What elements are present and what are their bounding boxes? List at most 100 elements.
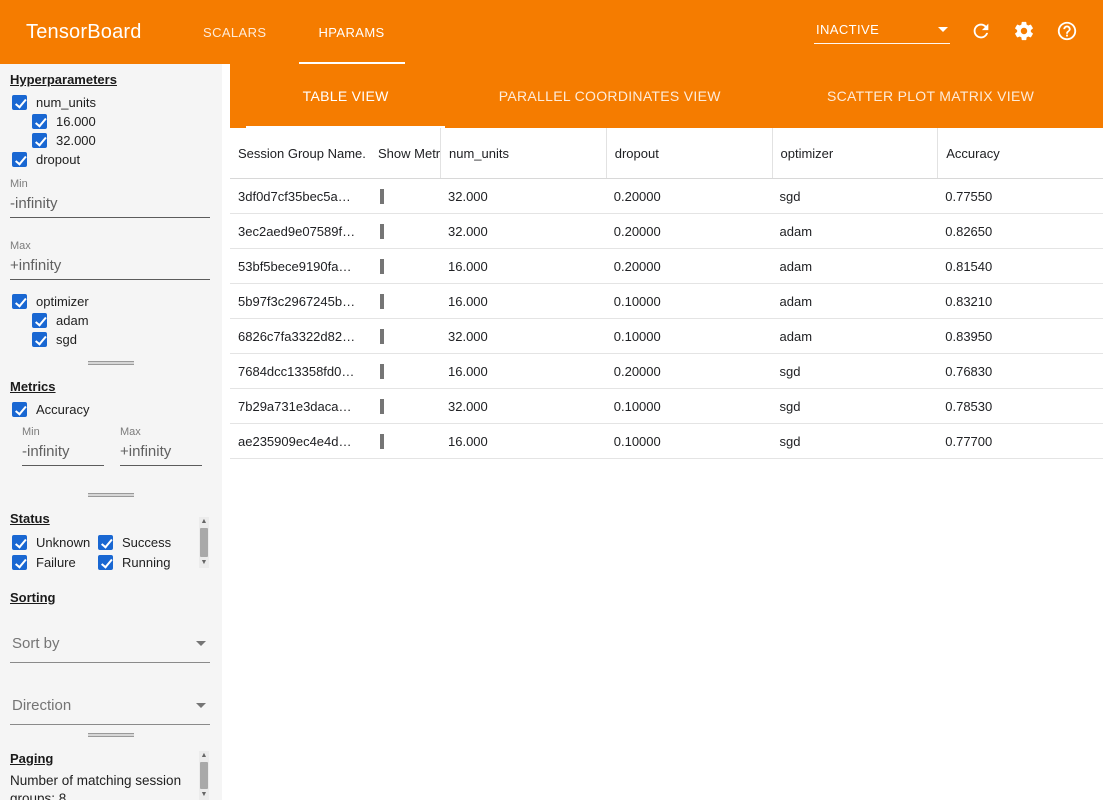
refresh-button[interactable] xyxy=(969,20,993,44)
optimizer-value: sgd xyxy=(772,364,938,379)
table-row: 5b97f3c2967245b… 16.000 0.10000 adam 0.8… xyxy=(230,284,1103,319)
session-group-name: 3ec2aed9e07589f… xyxy=(230,224,370,239)
dashboard-tabs: SCALARS HPARAMS xyxy=(177,0,411,64)
status-row-unknown[interactable]: Unknown xyxy=(12,533,98,551)
show-metrics-checkbox[interactable] xyxy=(380,294,384,309)
metric-max-input[interactable] xyxy=(120,440,202,466)
session-group-name: 6826c7fa3322d82… xyxy=(230,329,370,344)
value-16-checkbox[interactable] xyxy=(32,114,47,129)
help-button[interactable] xyxy=(1055,20,1079,44)
session-group-name: 7684dcc13358fd0… xyxy=(230,364,370,379)
optimizer-value: sgd xyxy=(772,434,938,449)
hparam-value-row-16[interactable]: 16.000 xyxy=(0,112,222,130)
settings-button[interactable] xyxy=(1012,20,1036,44)
sidebar-resize-handle[interactable] xyxy=(0,357,222,369)
direction-value: Direction xyxy=(12,697,71,714)
hparam-value-row-adam[interactable]: adam xyxy=(0,311,222,329)
show-metrics-checkbox[interactable] xyxy=(380,364,384,379)
refresh-icon xyxy=(970,20,992,42)
num-units-checkbox[interactable] xyxy=(12,95,27,110)
sgd-checkbox[interactable] xyxy=(32,332,47,347)
accuracy-label: Accuracy xyxy=(36,402,89,417)
column-header-accuracy[interactable]: Accuracy xyxy=(937,128,1103,178)
success-checkbox[interactable] xyxy=(98,535,113,550)
unknown-checkbox[interactable] xyxy=(12,535,27,550)
chevron-down-icon xyxy=(938,27,948,32)
dropout-max-input[interactable] xyxy=(10,254,210,280)
view-tabs: TABLE VIEW PARALLEL COORDINATES VIEW SCA… xyxy=(230,64,1103,128)
sidebar-resize-handle[interactable] xyxy=(0,489,222,501)
optimizer-value: adam xyxy=(772,329,938,344)
show-metrics-checkbox[interactable] xyxy=(380,399,384,414)
dropout-max-label: Max xyxy=(10,240,210,252)
num-units-value: 16.000 xyxy=(440,434,606,449)
show-metrics-checkbox[interactable] xyxy=(380,329,384,344)
tab-parallel-coordinates-view[interactable]: PARALLEL COORDINATES VIEW xyxy=(461,64,758,128)
tab-hparams[interactable]: HPARAMS xyxy=(293,0,411,64)
num-units-label: num_units xyxy=(36,95,96,110)
accuracy-value: 0.78530 xyxy=(937,399,1103,414)
status-scrollbar[interactable]: ▲ ▼ xyxy=(199,517,209,568)
scrollbar-thumb[interactable] xyxy=(200,528,208,557)
reload-interval-value: INACTIVE xyxy=(816,22,879,37)
hparam-value-row-32[interactable]: 32.000 xyxy=(0,131,222,149)
show-metrics-checkbox[interactable] xyxy=(380,434,384,449)
metric-min-input[interactable] xyxy=(22,440,104,466)
content-area: Hyperparameters num_units 16.000 32.000 … xyxy=(0,64,1103,800)
column-header-show-metrics[interactable]: Show Metrics xyxy=(370,128,440,178)
sort-by-select[interactable]: Sort by xyxy=(10,631,210,663)
paging-heading: Paging xyxy=(10,751,222,766)
optimizer-checkbox[interactable] xyxy=(12,294,27,309)
show-metrics-checkbox[interactable] xyxy=(380,259,384,274)
column-header-dropout[interactable]: dropout xyxy=(606,128,772,178)
num-units-value: 16.000 xyxy=(440,364,606,379)
running-checkbox[interactable] xyxy=(98,555,113,570)
success-label: Success xyxy=(122,535,171,550)
direction-select[interactable]: Direction xyxy=(10,693,210,725)
hparam-value-row-sgd[interactable]: sgd xyxy=(0,330,222,348)
value-16-label: 16.000 xyxy=(56,114,96,129)
scroll-down-icon[interactable]: ▼ xyxy=(201,558,208,568)
dropout-min-input[interactable] xyxy=(10,192,210,218)
running-label: Running xyxy=(122,555,170,570)
hparams-main-view: TABLE VIEW PARALLEL COORDINATES VIEW SCA… xyxy=(230,64,1103,800)
hparam-row-num-units[interactable]: num_units xyxy=(0,93,222,111)
dropout-checkbox[interactable] xyxy=(12,152,27,167)
paging-section: Paging Number of matching session groups… xyxy=(0,741,222,800)
hparam-row-optimizer[interactable]: optimizer xyxy=(0,292,222,310)
scroll-down-icon[interactable]: ▼ xyxy=(201,790,208,800)
paging-scrollbar[interactable]: ▲ ▼ xyxy=(199,751,209,800)
tab-scatter-plot-matrix-view[interactable]: SCATTER PLOT MATRIX VIEW xyxy=(758,64,1103,128)
column-header-optimizer[interactable]: optimizer xyxy=(772,128,938,178)
value-32-checkbox[interactable] xyxy=(32,133,47,148)
status-options: Unknown Success Failure Running xyxy=(0,532,222,572)
hyperparameters-heading: Hyperparameters xyxy=(10,72,222,87)
metric-min-max-fields: Min Max xyxy=(22,426,210,466)
metric-max-label: Max xyxy=(120,426,202,438)
optimizer-value: adam xyxy=(772,259,938,274)
status-row-failure[interactable]: Failure xyxy=(12,553,98,571)
gear-icon xyxy=(1013,20,1035,42)
chevron-down-icon xyxy=(196,641,206,646)
metric-row-accuracy[interactable]: Accuracy xyxy=(0,400,222,418)
tab-scalars[interactable]: SCALARS xyxy=(177,0,293,64)
session-group-name: 5b97f3c2967245b… xyxy=(230,294,370,309)
scrollbar-thumb[interactable] xyxy=(200,762,208,789)
optimizer-value: adam xyxy=(772,294,938,309)
show-metrics-checkbox[interactable] xyxy=(380,189,384,204)
show-metrics-checkbox[interactable] xyxy=(380,224,384,239)
sidebar-resize-handle[interactable] xyxy=(0,729,222,741)
reload-interval-select[interactable]: INACTIVE xyxy=(814,20,950,44)
column-header-session-group-name[interactable]: Session Group Name. xyxy=(230,128,370,178)
table-header: Session Group Name. Show Metrics num_uni… xyxy=(230,128,1103,179)
column-header-num-units[interactable]: num_units xyxy=(440,128,606,178)
tab-table-view[interactable]: TABLE VIEW xyxy=(230,64,461,128)
dropout-value: 0.10000 xyxy=(606,329,772,344)
scroll-up-icon[interactable]: ▲ xyxy=(201,517,208,527)
hparam-row-dropout[interactable]: dropout xyxy=(0,150,222,168)
adam-checkbox[interactable] xyxy=(32,313,47,328)
status-sorting-section: Status Unknown Success Failure xyxy=(0,501,222,729)
scroll-up-icon[interactable]: ▲ xyxy=(201,751,208,761)
accuracy-checkbox[interactable] xyxy=(12,402,27,417)
failure-checkbox[interactable] xyxy=(12,555,27,570)
